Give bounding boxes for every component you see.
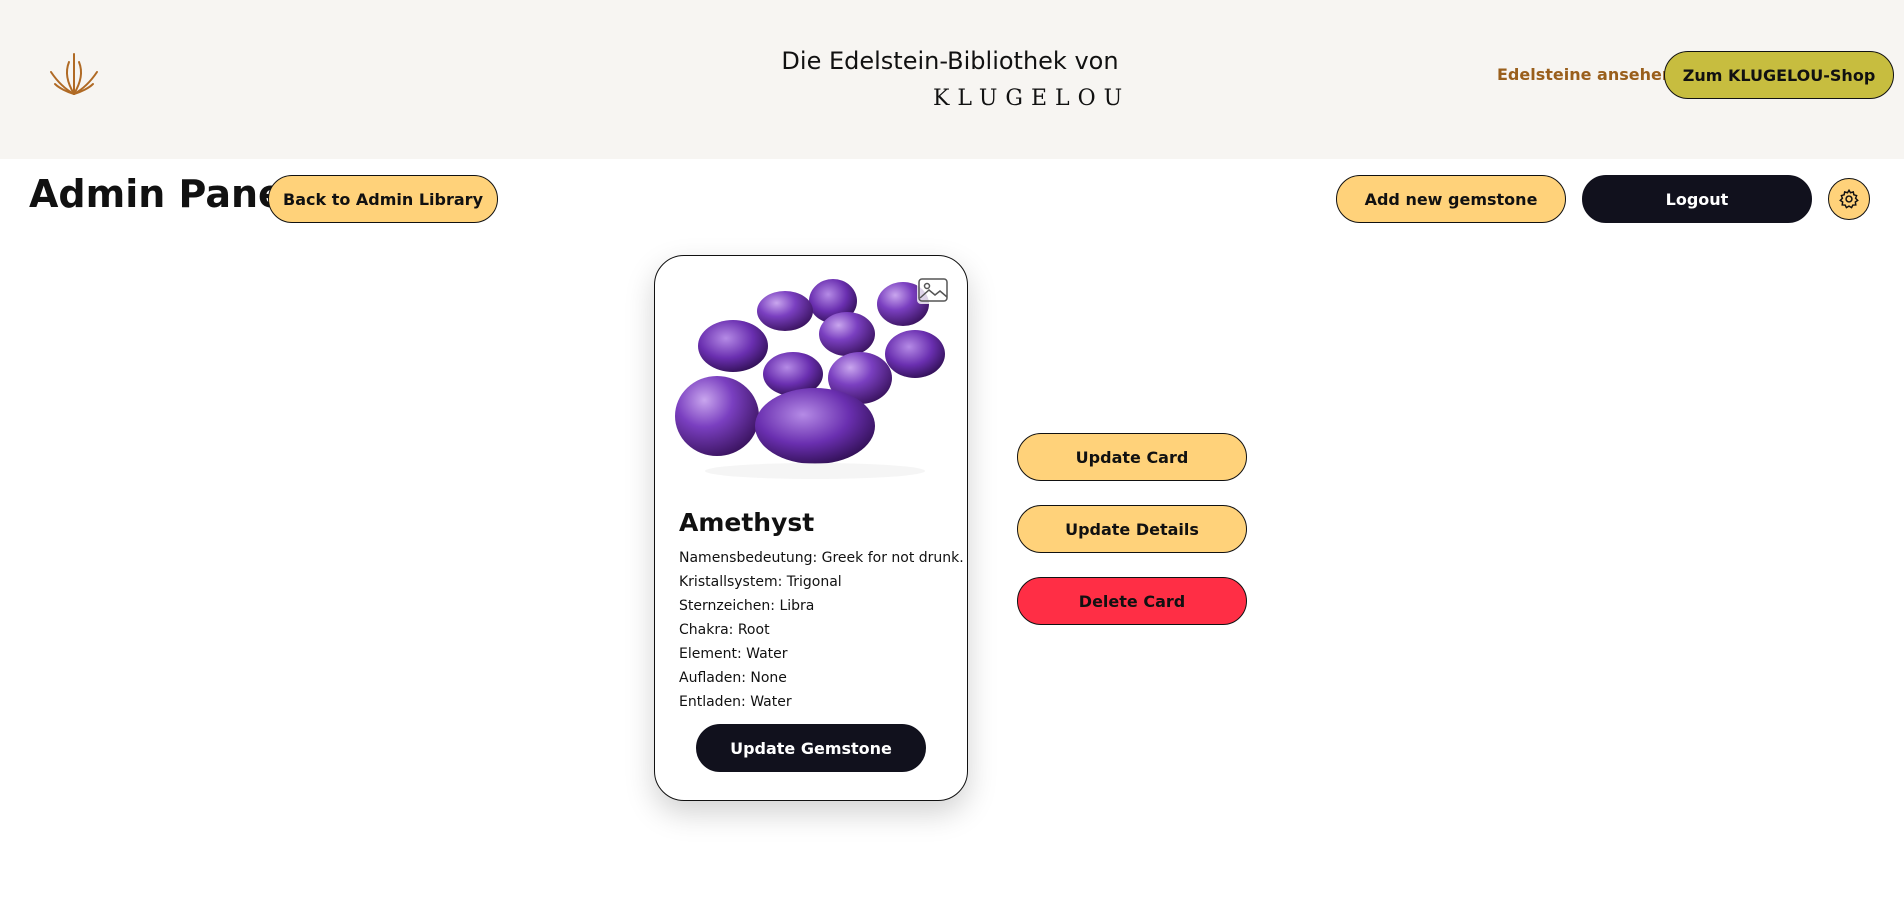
attr-namensbedeutung: Namensbedeutung: Greek for not drunk. <box>679 550 964 566</box>
delete-card-button[interactable]: Delete Card <box>1017 577 1247 625</box>
attr-aufladen: Aufladen: None <box>679 670 787 686</box>
add-gemstone-button[interactable]: Add new gemstone <box>1336 175 1566 223</box>
logout-button[interactable]: Logout <box>1582 175 1812 223</box>
gear-icon <box>1839 188 1859 209</box>
shop-button[interactable]: Zum KLUGELOU-Shop <box>1664 51 1894 99</box>
update-gemstone-button[interactable]: Update Gemstone <box>696 724 926 772</box>
gemstone-name: Amethyst <box>679 508 815 537</box>
attr-kristallsystem: Kristallsystem: Trigonal <box>679 574 842 590</box>
brand-name: KLUGELOU <box>933 86 1131 111</box>
lotus-logo-icon[interactable] <box>47 48 101 102</box>
back-to-library-button[interactable]: Back to Admin Library <box>268 175 498 223</box>
attr-sternzeichen: Sternzeichen: Libra <box>679 598 815 614</box>
gemstone-card: Amethyst Namensbedeutung: Greek for not … <box>654 255 968 801</box>
page-title: Admin Panel <box>29 172 297 216</box>
attr-element: Element: Water <box>679 646 788 662</box>
attr-chakra: Chakra: Root <box>679 622 770 638</box>
update-card-button[interactable]: Update Card <box>1017 433 1247 481</box>
site-header: Die Edelstein-Bibliothek von KLUGELOU Ed… <box>0 0 1904 159</box>
settings-button[interactable] <box>1828 178 1870 220</box>
attr-entladen: Entladen: Water <box>679 694 792 710</box>
image-icon[interactable] <box>917 276 949 304</box>
gemstone-photo <box>665 266 959 486</box>
view-gemstones-link[interactable]: Edelsteine ansehen <box>1497 65 1673 84</box>
update-details-button[interactable]: Update Details <box>1017 505 1247 553</box>
site-title: Die Edelstein-Bibliothek von <box>781 47 1119 75</box>
